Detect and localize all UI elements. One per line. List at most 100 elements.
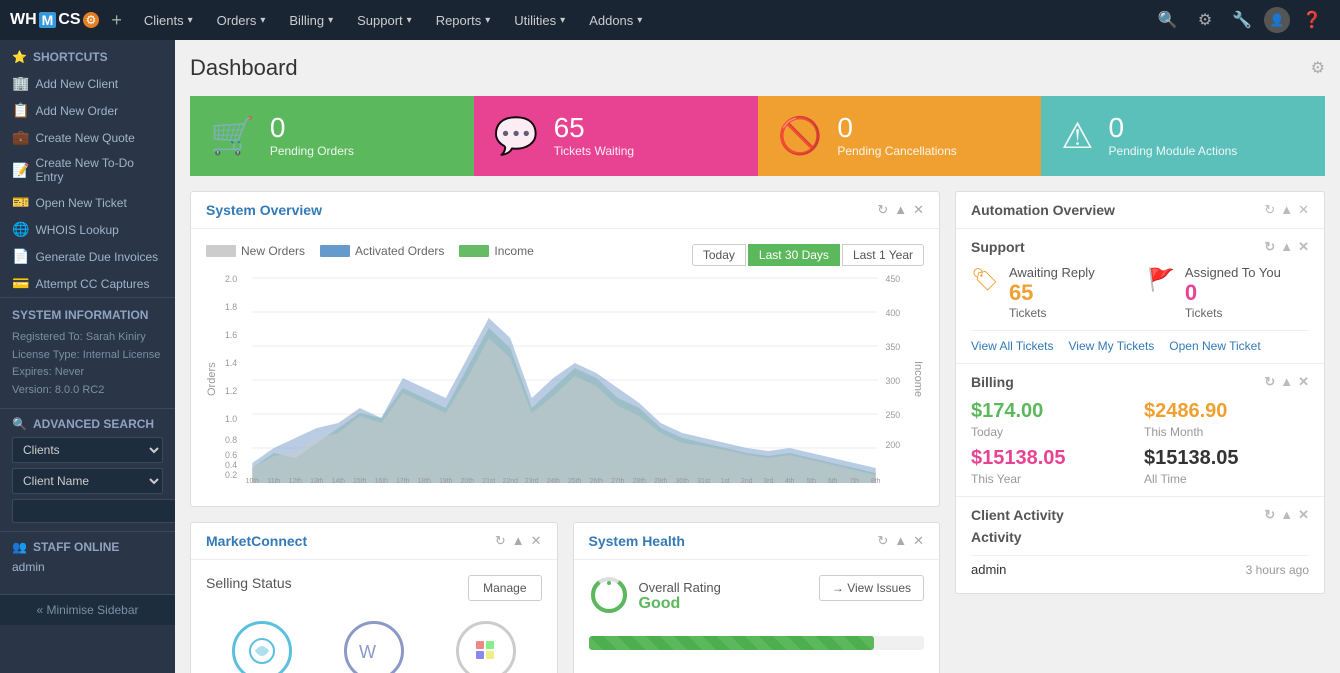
help-icon[interactable]: ❓ bbox=[1294, 10, 1330, 30]
stat-card-module-actions[interactable]: ⚠ 0 Pending Module Actions bbox=[1041, 96, 1325, 176]
search-icon[interactable]: 🔍 bbox=[1150, 10, 1186, 30]
minimise-sidebar-button[interactable]: « Minimise Sidebar bbox=[0, 594, 175, 625]
sh-collapse-icon[interactable]: ▲ bbox=[894, 533, 907, 549]
close-icon[interactable]: ✕ bbox=[913, 202, 924, 218]
sidebar-item-open-ticket[interactable]: 🎫Open New Ticket bbox=[0, 189, 175, 216]
logo[interactable]: WH M CS ⚙ bbox=[10, 11, 99, 29]
pending-cancellations-num: 0 bbox=[837, 114, 956, 142]
stat-card-pending-cancellations[interactable]: 🚫 0 Pending Cancellations bbox=[758, 96, 1042, 176]
chart-btn-30days[interactable]: Last 30 Days bbox=[748, 244, 840, 266]
module-actions-num: 0 bbox=[1109, 114, 1238, 142]
ca-refresh-icon[interactable]: ↻ bbox=[1264, 507, 1275, 523]
manage-button[interactable]: Manage bbox=[468, 575, 541, 601]
shortcuts-title: ⭐ Shortcuts bbox=[0, 40, 175, 70]
stat-cards: 🛒 0 Pending Orders 💬 65 Tickets Waiting … bbox=[190, 96, 1325, 176]
system-overview-controls: ↻ ▲ ✕ bbox=[877, 202, 924, 218]
svg-text:1.2: 1.2 bbox=[225, 386, 237, 396]
support-refresh-icon[interactable]: ↻ bbox=[1264, 239, 1275, 255]
network-icon[interactable]: ⚙ bbox=[1190, 10, 1220, 30]
svg-text:1st: 1st bbox=[721, 478, 730, 485]
chart-btn-1year[interactable]: Last 1 Year bbox=[842, 244, 924, 266]
nav-utilities[interactable]: Utilities ▾ bbox=[504, 0, 575, 40]
this-year-amount: $15138.05 bbox=[971, 447, 1136, 470]
add-button[interactable]: + bbox=[103, 10, 130, 31]
billing-close-icon[interactable]: ✕ bbox=[1298, 374, 1309, 390]
auto-collapse-icon[interactable]: ▲ bbox=[1280, 202, 1293, 218]
sidebar-item-create-todo[interactable]: 📝Create New To-Do Entry bbox=[0, 151, 175, 189]
svg-text:0.4: 0.4 bbox=[225, 460, 237, 470]
mc-close-icon[interactable]: ✕ bbox=[531, 533, 542, 549]
search-input[interactable] bbox=[12, 499, 175, 523]
staff-icon: 👥 bbox=[12, 540, 27, 554]
nav-support[interactable]: Support ▾ bbox=[347, 0, 422, 40]
nav-reports[interactable]: Reports ▾ bbox=[426, 0, 501, 40]
support-close-icon[interactable]: ✕ bbox=[1298, 239, 1309, 255]
whois-icon: 🌐 bbox=[12, 221, 29, 238]
stat-card-tickets-waiting[interactable]: 💬 65 Tickets Waiting bbox=[474, 96, 758, 176]
search-type-select[interactable]: Clients bbox=[12, 437, 163, 463]
view-issues-button[interactable]: View Issues bbox=[819, 575, 924, 601]
support-collapse-icon[interactable]: ▲ bbox=[1280, 239, 1293, 255]
sidebar-item-create-quote[interactable]: 💼Create New Quote bbox=[0, 124, 175, 151]
support-controls: ↻ ▲ ✕ bbox=[1264, 239, 1309, 255]
billing-refresh-icon[interactable]: ↻ bbox=[1264, 374, 1275, 390]
search-field-select[interactable]: Client Name bbox=[12, 468, 163, 494]
sidebar-item-whois[interactable]: 🌐WHOIS Lookup bbox=[0, 216, 175, 243]
auto-close-icon[interactable]: ✕ bbox=[1298, 202, 1309, 218]
main-content: Dashboard ⚙ 🛒 0 Pending Orders 💬 65 Tick… bbox=[175, 40, 1340, 673]
pending-orders-num: 0 bbox=[270, 114, 354, 142]
svg-text:12th: 12th bbox=[289, 478, 302, 485]
svg-text:15th: 15th bbox=[353, 478, 366, 485]
today-amount: $174.00 bbox=[971, 400, 1136, 423]
cancel-icon: 🚫 bbox=[778, 115, 823, 157]
mc-collapse-icon[interactable]: ▲ bbox=[512, 533, 525, 549]
chart-btn-today[interactable]: Today bbox=[692, 244, 746, 266]
stat-card-pending-orders[interactable]: 🛒 0 Pending Orders bbox=[190, 96, 474, 176]
page-gear-icon[interactable]: ⚙ bbox=[1311, 58, 1325, 78]
expires: Expires: Never bbox=[12, 364, 163, 382]
user-avatar[interactable]: 👤 bbox=[1264, 7, 1290, 33]
view-my-tickets-link[interactable]: View My Tickets bbox=[1068, 339, 1154, 353]
staff-online-title: 👥 Staff Online bbox=[12, 540, 163, 554]
svg-text:1.8: 1.8 bbox=[225, 302, 237, 312]
wrench-icon[interactable]: 🔧 bbox=[1224, 10, 1260, 30]
automation-overview-panel: Automation Overview ↻ ▲ ✕ Support ↻ bbox=[955, 191, 1325, 594]
svg-text:0.8: 0.8 bbox=[225, 435, 237, 445]
svg-text:30th: 30th bbox=[676, 478, 689, 485]
overall-rating-value: Good bbox=[639, 595, 721, 613]
legend-income-color bbox=[459, 245, 489, 257]
refresh-icon[interactable]: ↻ bbox=[877, 202, 888, 218]
sh-close-icon[interactable]: ✕ bbox=[913, 533, 924, 549]
sidebar-item-add-client[interactable]: 🏢Add New Client bbox=[0, 70, 175, 97]
nav-billing[interactable]: Billing ▾ bbox=[279, 0, 343, 40]
chart-wrapper: 450 400 350 300 250 200 2.0 1.8 1.6 bbox=[223, 268, 907, 491]
sidebar-item-cc-captures[interactable]: 💳Attempt CC Captures bbox=[0, 270, 175, 297]
nav-orders[interactable]: Orders ▾ bbox=[207, 0, 276, 40]
open-new-ticket-link[interactable]: Open New Ticket bbox=[1169, 339, 1260, 353]
svg-text:14th: 14th bbox=[332, 478, 345, 485]
auto-refresh-icon[interactable]: ↻ bbox=[1264, 202, 1275, 218]
billing-controls: ↻ ▲ ✕ bbox=[1264, 374, 1309, 390]
sh-refresh-icon[interactable]: ↻ bbox=[877, 533, 888, 549]
right-column: Automation Overview ↻ ▲ ✕ Support ↻ bbox=[955, 191, 1325, 673]
chart-svg: 450 400 350 300 250 200 2.0 1.8 1.6 bbox=[223, 268, 907, 488]
nav-addons[interactable]: Addons ▾ bbox=[579, 0, 652, 40]
client-activity-section: Client Activity ↻ ▲ ✕ Activity admin bbox=[956, 497, 1324, 593]
sidebar-item-invoices[interactable]: 📄Generate Due Invoices bbox=[0, 243, 175, 270]
legend-activated-orders: Activated Orders bbox=[320, 244, 444, 258]
svg-text:18th: 18th bbox=[418, 478, 431, 485]
ca-close-icon[interactable]: ✕ bbox=[1298, 507, 1309, 523]
system-overview-body: New Orders Activated Orders Income Today… bbox=[191, 229, 939, 506]
view-all-tickets-link[interactable]: View All Tickets bbox=[971, 339, 1053, 353]
svg-text:0.6: 0.6 bbox=[225, 450, 237, 460]
overall-rating-label: Overall Rating bbox=[639, 580, 721, 595]
mc-refresh-icon[interactable]: ↻ bbox=[495, 533, 506, 549]
svg-text:19th: 19th bbox=[439, 478, 452, 485]
nav-clients[interactable]: Clients ▾ bbox=[134, 0, 203, 40]
billing-collapse-icon[interactable]: ▲ bbox=[1280, 374, 1293, 390]
billing-all-time: $15138.05 All Time bbox=[1144, 447, 1309, 486]
svg-text:28th: 28th bbox=[633, 478, 646, 485]
ca-collapse-icon[interactable]: ▲ bbox=[1280, 507, 1293, 523]
collapse-icon[interactable]: ▲ bbox=[894, 202, 907, 218]
sidebar-item-add-order[interactable]: 📋Add New Order bbox=[0, 97, 175, 124]
